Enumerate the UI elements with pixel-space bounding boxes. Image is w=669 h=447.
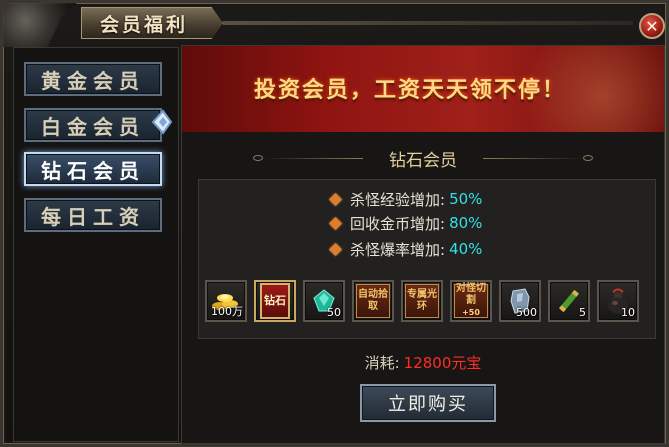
banner-text: 投资会员，工资天天领不停！ — [254, 78, 567, 103]
divider-line — [483, 157, 583, 159]
item-quantity: 50 — [327, 306, 341, 319]
reward-slot-auto-pickup[interactable]: 自动拾取 — [352, 280, 394, 322]
auto-pickup-icon: 自动拾取 — [356, 284, 390, 318]
exclusive-aura-icon: 专属光环 — [405, 284, 439, 318]
reward-slot-pouch[interactable]: 10 — [597, 280, 639, 322]
benefit-label: 回收金币增加: — [350, 214, 446, 233]
reward-slot-gem[interactable]: 50 — [303, 280, 345, 322]
benefit-value: 80% — [449, 214, 483, 232]
reward-slot-stone[interactable]: 500 — [499, 280, 541, 322]
item-quantity: 100万 — [211, 305, 243, 318]
diamond-bullet-icon — [329, 192, 342, 206]
sidebar-item-label: 钻石会员 — [41, 158, 145, 183]
sidebar-item-label: 每日工资 — [41, 204, 145, 229]
main-panel: 投资会员，工资天天领不停！ 钻石会员 杀怪经验增加: 50% 回收金币增加: 8… — [181, 45, 665, 444]
sidebar-item-diamond-member[interactable]: 钻石会员 — [24, 152, 162, 186]
sidebar-item-platinum-member[interactable]: 白金会员 — [24, 108, 162, 142]
cost-label: 消耗: — [364, 354, 400, 372]
buy-now-button[interactable]: 立即购买 — [360, 384, 496, 422]
dragon-ornament-icon — [3, 3, 77, 47]
benefit-row: 杀怪经验增加: 50% — [329, 188, 483, 210]
reward-slot-scroll[interactable]: 5 — [548, 280, 590, 322]
item-text: 专属光环 — [407, 289, 437, 312]
benefit-row: 杀怪爆率增加: 40% — [329, 238, 483, 260]
promo-banner: 投资会员，工资天天领不停！ — [182, 46, 664, 132]
reward-slot-gold[interactable]: 100万 — [205, 280, 247, 322]
ornament-icon — [583, 155, 593, 161]
cost-value: 12800元宝 — [403, 354, 482, 372]
benefit-label: 杀怪经验增加: — [350, 190, 446, 209]
close-icon: ✕ — [645, 16, 659, 36]
member-benefits-window: 会员福利 ✕ 黄金会员 白金会员 钻石会员 每日工资 投资会员，工资天天领不停！ — [0, 0, 669, 447]
reward-slot-aura[interactable]: 专属光环 — [401, 280, 443, 322]
item-text: 自动拾取 — [358, 289, 388, 312]
active-selection-arrow-icon — [151, 107, 173, 137]
item-bonus: +50 — [462, 308, 480, 317]
divider-line — [263, 157, 363, 159]
reward-slot-diamond-card[interactable]: 钻石 — [254, 280, 296, 322]
section-header: 钻石会员 — [182, 146, 664, 171]
cost-line: 消耗: 12800元宝 — [182, 352, 664, 373]
section-title: 钻石会员 — [389, 150, 457, 171]
sidebar-item-daily-salary[interactable]: 每日工资 — [24, 198, 162, 232]
benefit-row: 回收金币增加: 80% — [329, 212, 483, 234]
benefit-value: 50% — [449, 190, 483, 208]
sidebar-item-label: 黄金会员 — [41, 68, 145, 93]
item-quantity: 10 — [621, 306, 635, 319]
diamond-bullet-icon — [329, 216, 342, 230]
sidebar-item-label: 白金会员 — [41, 114, 145, 139]
diamond-bullet-icon — [329, 242, 342, 256]
monster-cut-icon: 对怪切割 +50 — [454, 283, 488, 318]
window-title-tab: 会员福利 — [81, 7, 223, 39]
ornament-icon — [253, 155, 263, 161]
benefit-label: 杀怪爆率增加: — [350, 240, 446, 259]
close-button[interactable]: ✕ — [639, 13, 665, 39]
sidebar-item-gold-member[interactable]: 黄金会员 — [24, 62, 162, 96]
item-quantity: 500 — [516, 306, 537, 319]
window-title: 会员福利 — [100, 13, 189, 36]
benefit-value: 40% — [449, 240, 483, 258]
card-text: 钻石 — [264, 294, 286, 307]
item-quantity: 5 — [579, 306, 586, 319]
diamond-card-icon: 钻石 — [260, 283, 290, 319]
reward-slot-monster-cut[interactable]: 对怪切割 +50 — [450, 280, 492, 322]
benefits-panel: 杀怪经验增加: 50% 回收金币增加: 80% 杀怪爆率增加: 40% 100万… — [198, 179, 656, 339]
item-text: 对怪切割 — [456, 283, 486, 306]
title-bar-divider — [223, 21, 633, 25]
